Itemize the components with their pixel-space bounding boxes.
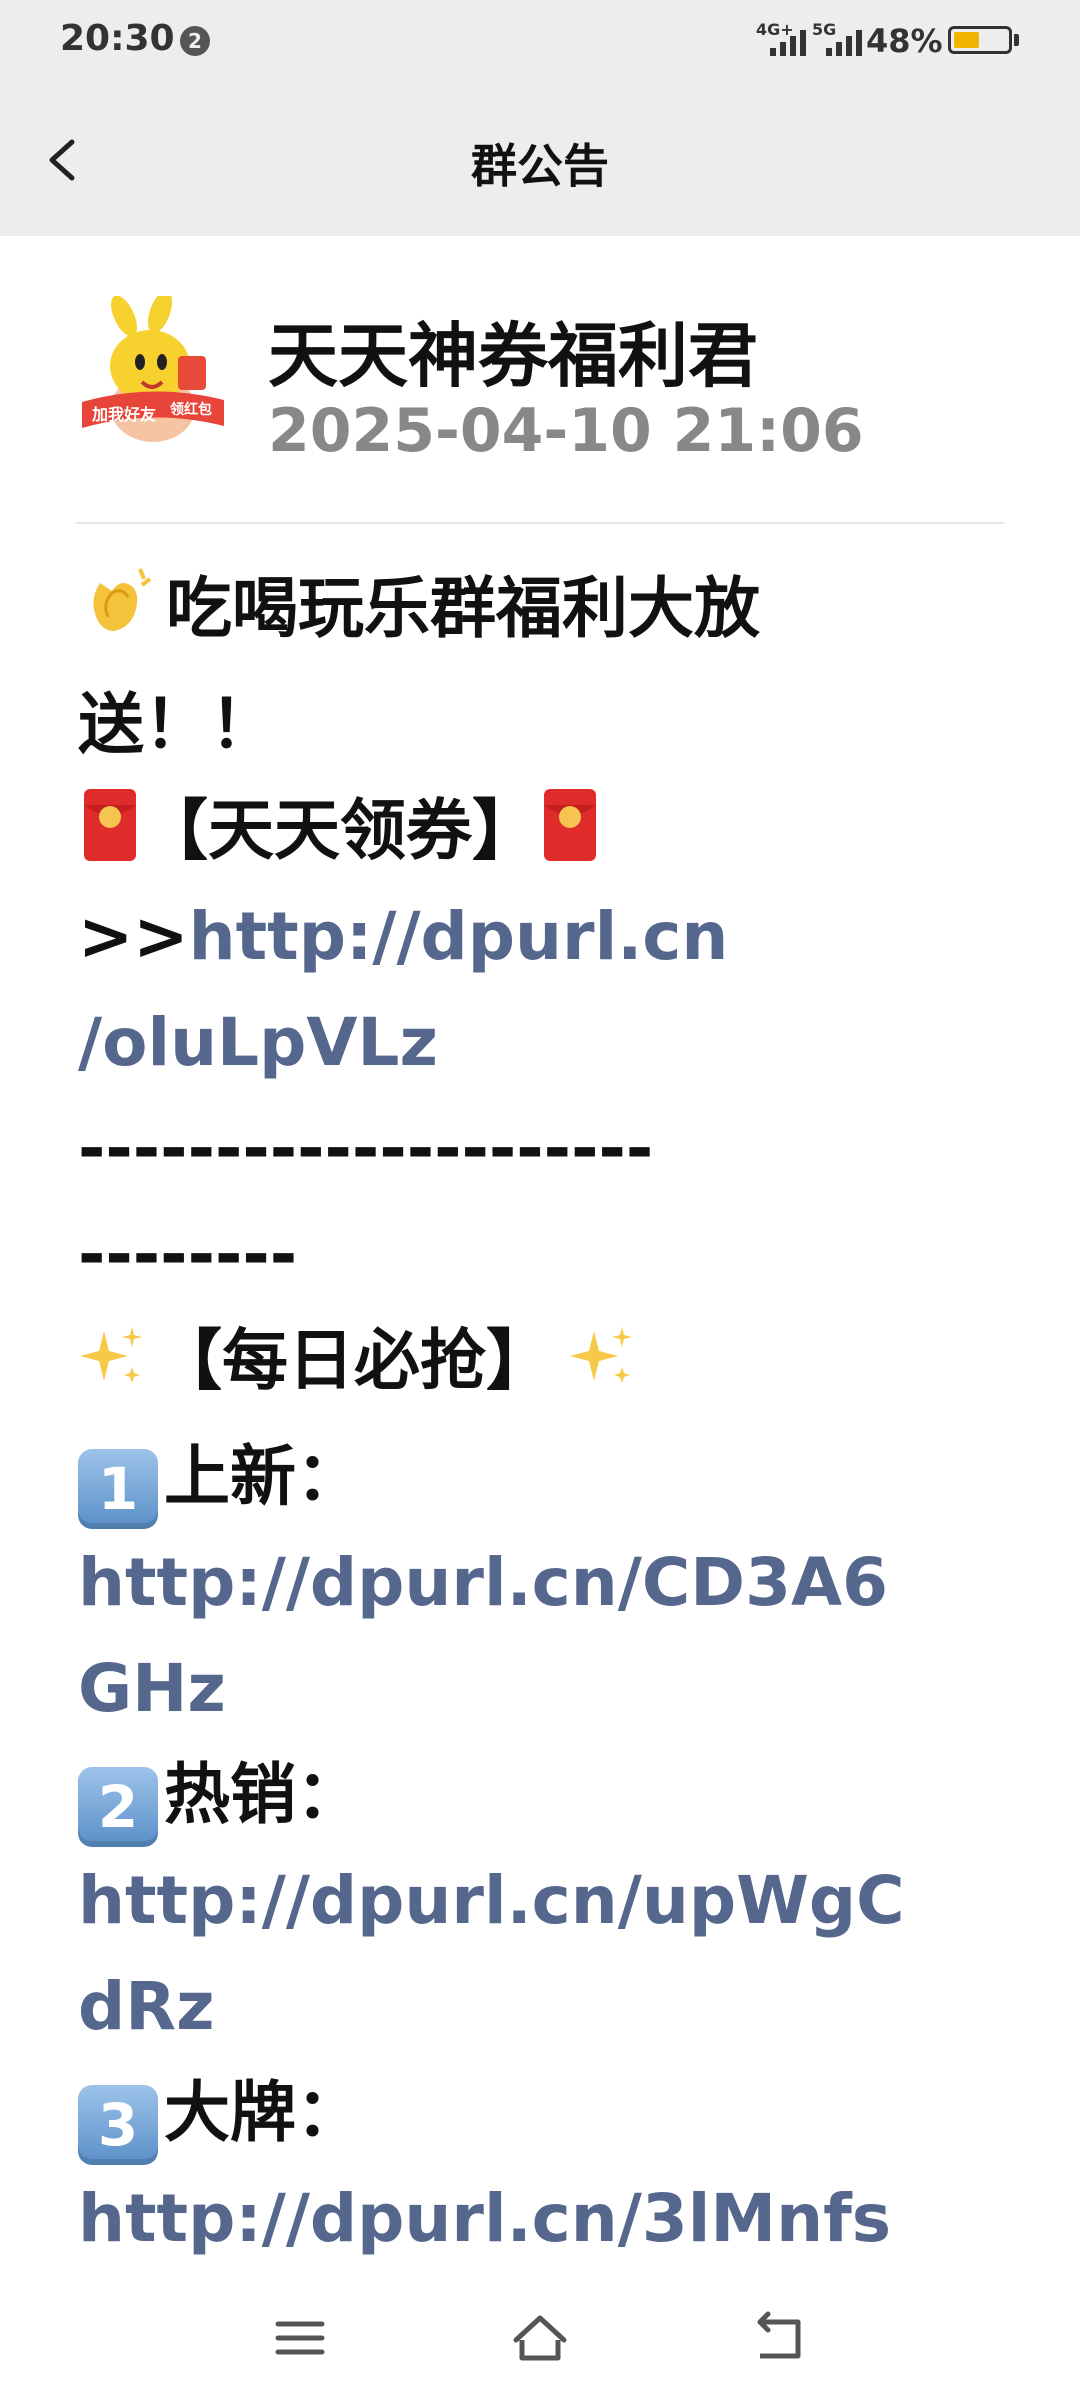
coupon-link-line: >>http://dpurl.cn bbox=[78, 884, 1008, 990]
signal-4g-icon: 4G+ bbox=[756, 20, 816, 58]
item-1-line: 1 上新： bbox=[78, 1424, 1008, 1530]
item-2-link-continued[interactable]: dRz bbox=[78, 1954, 1008, 2060]
item-2-link[interactable]: http://dpurl.cn/upWgC bbox=[78, 1848, 1008, 1954]
keycap-1-icon: 1 bbox=[78, 1449, 158, 1529]
battery-fill bbox=[954, 32, 979, 48]
headline-text-1: 吃喝玩乐群福利大放 bbox=[166, 570, 760, 647]
coupon-link-prefix: >> bbox=[78, 898, 189, 975]
coupon-heading-line: 【天天领券】 bbox=[78, 778, 1008, 884]
post-timestamp: 2025-04-10 21:06 bbox=[268, 396, 864, 466]
headline-line-2: 送！！ bbox=[78, 686, 276, 763]
item-1-link-continued[interactable]: GHz bbox=[78, 1636, 1008, 1742]
clapping-hands-icon bbox=[78, 561, 158, 672]
battery-percent: 48% bbox=[866, 22, 943, 60]
signal-4g-label: 4G+ bbox=[756, 20, 794, 39]
signal-5g-icon: 5G bbox=[812, 20, 872, 58]
item-2-line: 2 热销： bbox=[78, 1742, 1008, 1848]
item-1-link[interactable]: http://dpurl.cn/CD3A6 bbox=[78, 1530, 1008, 1636]
battery-icon bbox=[948, 26, 1012, 54]
nav-bar: 群公告 bbox=[0, 100, 1080, 220]
home-icon[interactable] bbox=[510, 2310, 570, 2366]
daily-heading-line: 【每日必抢】 bbox=[78, 1308, 1008, 1424]
svg-text:加我好友: 加我好友 bbox=[91, 405, 157, 424]
announcement-header: 加我好友 领红包 天天神券福利君 2025-04-10 21:06 bbox=[78, 296, 1008, 466]
headline-line-1: 吃喝玩乐群福利大放 bbox=[78, 556, 1008, 672]
battery-cap bbox=[1014, 34, 1019, 46]
sparkles-icon bbox=[78, 1318, 148, 1424]
separator-line-1: --------------------- bbox=[78, 1110, 654, 1187]
item-1-label: 上新： bbox=[164, 1438, 362, 1515]
page-title: 群公告 bbox=[471, 139, 609, 193]
status-bar: 20:30 2 4G+ 5G 48% bbox=[0, 0, 1080, 84]
item-3-label: 大牌： bbox=[164, 2074, 362, 2151]
header-divider bbox=[76, 522, 1004, 524]
author-name: 天天神券福利君 bbox=[268, 315, 758, 397]
yellow-mascot-avatar[interactable]: 加我好友 领红包 bbox=[78, 296, 228, 456]
sparkles-icon bbox=[568, 1318, 638, 1424]
announcement-content: 吃喝玩乐群福利大放 送！！ 【天天领券】 >>http://dpurl.cn /… bbox=[78, 556, 1008, 2274]
coupon-link[interactable]: http://dpurl.cn bbox=[189, 898, 729, 975]
red-envelope-icon bbox=[84, 789, 136, 861]
separator-line-2: -------- bbox=[78, 1216, 298, 1293]
item-3-line: 3 大牌： bbox=[78, 2060, 1008, 2166]
daily-heading: 【每日必抢】 bbox=[156, 1322, 552, 1399]
coupon-heading: 【天天领券】 bbox=[142, 792, 538, 869]
top-bar: 20:30 2 4G+ 5G 48% 群公告 bbox=[0, 0, 1080, 236]
red-envelope-icon bbox=[544, 789, 596, 861]
menu-icon[interactable] bbox=[270, 2310, 330, 2366]
status-time: 20:30 bbox=[60, 18, 175, 59]
keycap-3-icon: 3 bbox=[78, 2085, 158, 2165]
notification-badge: 2 bbox=[180, 26, 210, 56]
back-icon[interactable] bbox=[750, 2310, 810, 2366]
signal-5g-label: 5G bbox=[812, 20, 837, 39]
item-3-link[interactable]: http://dpurl.cn/3lMnfs bbox=[78, 2166, 1008, 2272]
svg-text:领红包: 领红包 bbox=[170, 401, 212, 418]
system-nav-bar bbox=[0, 2270, 1080, 2400]
keycap-2-icon: 2 bbox=[78, 1767, 158, 1847]
coupon-link-continued[interactable]: /oluLpVLz bbox=[78, 990, 1008, 1096]
item-2-label: 热销： bbox=[164, 1756, 362, 1833]
